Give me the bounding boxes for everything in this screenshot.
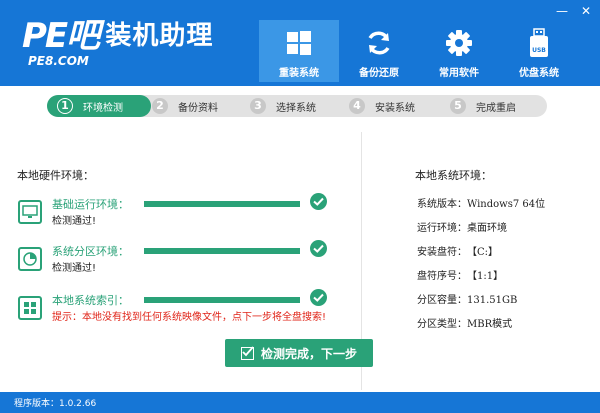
step-1: 1 环境检测	[57, 95, 123, 117]
check-ok-icon	[310, 289, 327, 306]
check-system-index: 本地系统索引： 提示：本地没有找到任何系统映像文件，点下一步将全盘搜索!	[18, 289, 338, 328]
check-basic-env: 基础运行环境： 检测通过!	[18, 193, 338, 232]
step-2: 2 备份资料	[152, 95, 218, 117]
info-value: 【C:】	[467, 247, 499, 258]
info-value: 131.51GB	[467, 295, 518, 306]
nav-backup-restore[interactable]: 备份还原	[339, 20, 419, 82]
step-number: 1	[57, 98, 73, 114]
info-label: 安装盘符：	[417, 247, 467, 258]
status-bar: 程序版本：1.0.2.66	[0, 392, 600, 413]
info-label: 盘符序号：	[417, 271, 467, 282]
check-progress-bar	[144, 297, 300, 303]
logo-site: PE8.COM	[28, 54, 89, 68]
info-row-runtime: 运行环境：桌面环境	[417, 219, 507, 234]
nav-label: 优盘系统	[519, 68, 559, 79]
info-value: MBR模式	[467, 319, 513, 330]
check-status: 检测通过!	[52, 263, 97, 274]
step-4: 4 安装系统	[349, 95, 415, 117]
check-name: 本地系统索引：	[52, 294, 129, 307]
system-section-title: 本地系统环境：	[415, 169, 492, 182]
checkbox-check-icon	[240, 345, 254, 360]
step-number: 5	[450, 98, 466, 114]
info-row-install-drive: 安装盘符：【C:】	[417, 243, 498, 258]
check-name: 基础运行环境：	[52, 198, 129, 211]
step-label: 备份资料	[178, 102, 218, 114]
check-status: 检测通过!	[52, 216, 97, 227]
nav-label: 备份还原	[359, 68, 399, 79]
window-controls: — ✕	[554, 4, 594, 18]
check-name: 系统分区环境：	[52, 245, 129, 258]
step-number: 3	[250, 98, 266, 114]
info-row-partition-type: 分区类型：MBR模式	[417, 315, 512, 330]
main-nav: 重装系统 备份还原 常用软件 USB 优盘系统	[259, 20, 579, 82]
info-label: 分区类型：	[417, 319, 467, 330]
step-label: 安装系统	[375, 102, 415, 114]
app-logo: PE吧 装机助理 PE8.COM	[22, 16, 214, 68]
progress-fill	[144, 248, 300, 254]
monitor-icon	[18, 200, 42, 224]
check-ok-icon	[310, 193, 327, 210]
next-step-label: 检测完成，下一步	[260, 346, 357, 361]
info-label: 分区容量：	[417, 295, 467, 306]
usb-text: USB	[532, 47, 546, 54]
nav-label: 常用软件	[439, 68, 479, 79]
refresh-icon	[364, 28, 394, 58]
info-value: 桌面环境	[467, 223, 507, 234]
step-label: 完成重启	[476, 102, 516, 114]
step-label: 选择系统	[276, 102, 316, 114]
info-value: 【1:1】	[467, 271, 504, 282]
close-button[interactable]: ✕	[578, 4, 594, 18]
progress-fill	[144, 297, 300, 303]
logo-mark: PE吧	[22, 16, 100, 56]
app-title: 装机助理	[105, 21, 214, 51]
check-ok-icon	[310, 240, 327, 257]
minimize-button[interactable]: —	[554, 4, 570, 18]
info-row-os-version: 系统版本：Windows7 64位	[417, 195, 545, 210]
next-step-button[interactable]: 检测完成，下一步	[225, 339, 373, 367]
step-3: 3 选择系统	[250, 95, 316, 117]
usb-drive-icon: USB	[524, 28, 554, 58]
hardware-section-title: 本地硬件环境：	[17, 169, 94, 182]
step-progress: 1 环境检测 2 备份资料 3 选择系统 4 安装系统 5 完成重启	[47, 95, 547, 117]
nav-reinstall-system[interactable]: 重装系统	[259, 20, 339, 82]
info-label: 系统版本：	[417, 199, 467, 210]
step-5: 5 完成重启	[450, 95, 516, 117]
nav-usb-system[interactable]: USB 优盘系统	[499, 20, 579, 82]
step-label: 环境检测	[83, 102, 123, 114]
pie-chart-icon	[18, 247, 42, 271]
info-row-drive-index: 盘符序号：【1:1】	[417, 267, 503, 282]
check-partition-env: 系统分区环境： 检测通过!	[18, 240, 338, 279]
progress-fill	[144, 201, 300, 207]
info-label: 运行环境：	[417, 223, 467, 234]
check-progress-bar	[144, 248, 300, 254]
check-warning: 提示：本地没有找到任何系统映像文件，点下一步将全盘搜索!	[52, 312, 327, 323]
title-bar: PE吧 装机助理 PE8.COM — ✕ 重装系统 备份还原 常用软件 USB …	[0, 0, 600, 86]
step-number: 4	[349, 98, 365, 114]
nav-common-software[interactable]: 常用软件	[419, 20, 499, 82]
info-row-partition-capacity: 分区容量：131.51GB	[417, 291, 517, 306]
step-number: 2	[152, 98, 168, 114]
windows-icon	[284, 28, 314, 58]
windows-logo-icon	[18, 296, 42, 320]
info-value: Windows7 64位	[467, 199, 546, 210]
check-progress-bar	[144, 201, 300, 207]
gear-icon	[444, 28, 474, 58]
version-text: 程序版本：1.0.2.66	[14, 399, 97, 409]
nav-label: 重装系统	[279, 68, 319, 79]
